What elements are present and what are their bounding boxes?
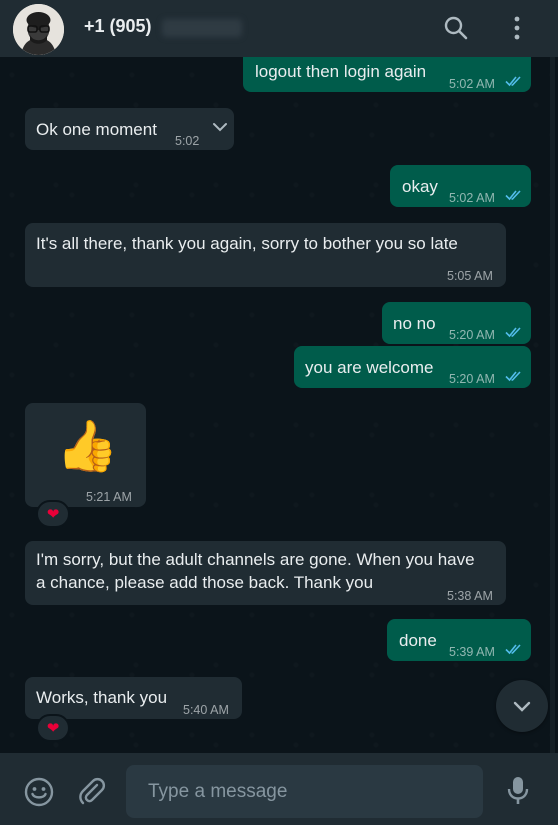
scrollbar[interactable] [550,57,555,753]
attach-icon[interactable] [76,776,108,808]
message-reaction[interactable]: ❤ [36,500,70,528]
message-outgoing[interactable]: you are welcome 5:20 AM [294,346,531,388]
message-text: okay [402,177,438,196]
message-text: you are welcome [305,358,434,377]
contact-avatar[interactable] [13,4,64,55]
menu-icon[interactable] [503,14,531,42]
message-outgoing[interactable]: no no 5:20 AM [382,302,531,344]
message-outgoing[interactable]: okay 5:02 AM [390,165,531,207]
message-time: 5:02 AM [449,191,495,205]
message-text: done [399,631,437,650]
message-text: It's all there, thank you again, sorry t… [36,234,458,253]
message-text: no no [393,314,436,333]
scroll-to-bottom-button[interactable] [496,680,548,732]
composer-bar [0,753,558,825]
message-time: 5:20 AM [449,372,495,386]
double-check-icon [505,644,521,655]
message-outgoing[interactable]: done 5:39 AM [387,619,531,661]
double-check-icon [505,190,521,201]
mic-icon[interactable] [502,774,534,806]
chat-header: +1 (905) [0,0,558,57]
message-list[interactable]: logout then login again 5:02 AM Ok one m… [0,57,558,753]
message-input[interactable] [126,765,483,818]
message-incoming[interactable]: It's all there, thank you again, sorry t… [25,223,506,287]
search-icon[interactable] [442,14,470,42]
chevron-down-icon[interactable] [210,117,230,137]
message-time: 5:02 [175,134,200,148]
message-incoming[interactable]: Works, thank you 5:40 AM [25,677,242,719]
contact-name[interactable]: +1 (905) [84,16,152,37]
message-text: Ok one moment [36,120,157,139]
emoji-icon[interactable] [23,776,55,808]
message-time: 5:02 AM [449,77,495,91]
message-incoming[interactable]: Ok one moment 5:02 [25,108,234,150]
message-time: 5:38 AM [447,589,493,603]
message-outgoing[interactable]: logout then login again 5:02 AM [243,57,531,92]
message-emoji: 👍 [56,418,119,474]
message-reaction[interactable]: ❤ [36,714,70,742]
message-text-line-2: a chance, please add those back. Thank y… [36,573,374,592]
message-time: 5:40 AM [183,703,229,717]
message-incoming[interactable]: 👍 5:21 AM [25,403,146,507]
double-check-icon [505,371,521,382]
message-text-line-1: I'm sorry, but the adult channels are go… [36,550,475,569]
chevron-down-icon [513,701,531,712]
contact-number-obscured [162,19,242,37]
double-check-icon [505,327,521,338]
message-time: 5:20 AM [449,328,495,342]
message-time: 5:21 AM [86,490,132,504]
message-text: Works, thank you [36,688,168,707]
message-time: 5:05 AM [447,269,493,283]
double-check-icon [505,76,521,87]
message-text: logout then login again [255,62,427,81]
message-incoming[interactable]: I'm sorry, but the adult channels are go… [25,541,506,605]
message-time: 5:39 AM [449,645,495,659]
